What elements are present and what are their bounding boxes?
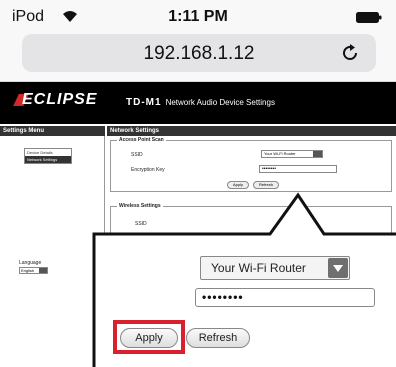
ssid-select[interactable]: Your Wi-Fi Router [200, 256, 350, 280]
ssid-select-value: Your Wi-Fi Router [211, 261, 306, 275]
encryption-key-input[interactable]: •••••••• [195, 288, 375, 307]
refresh-button[interactable]: Refresh [186, 328, 250, 348]
apply-button[interactable]: Apply [120, 328, 178, 348]
chevron-down-icon [328, 258, 348, 278]
zoom-callout: Your Wi-Fi Router •••••••• Apply Refresh [94, 234, 396, 367]
